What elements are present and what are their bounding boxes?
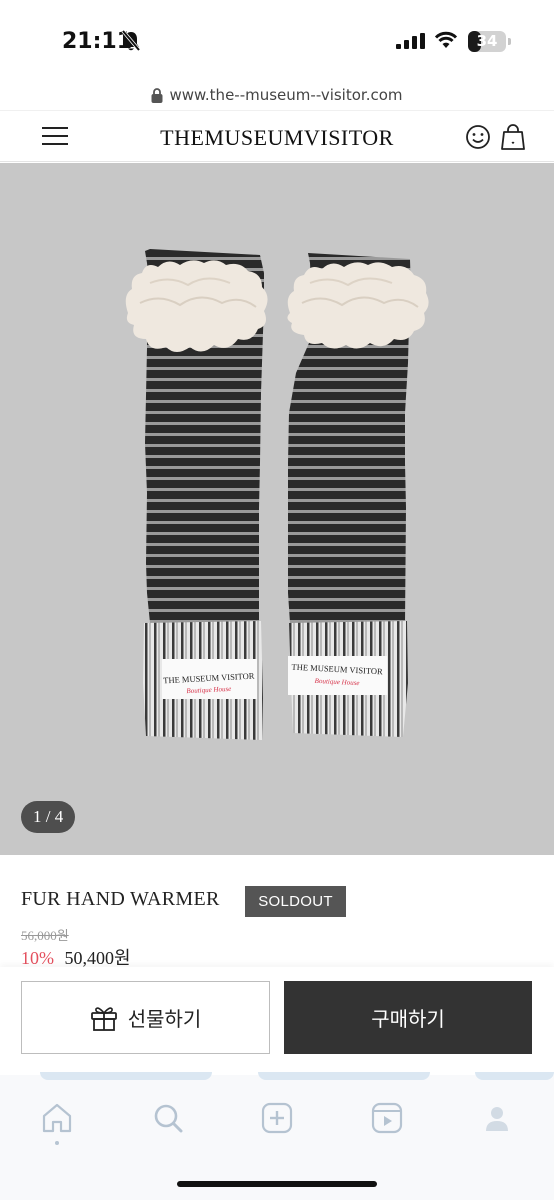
- product-image: THE MUSEUM VISITOR Boutique House THE MU…: [125, 249, 429, 740]
- site-header: THEMUSEUMVISITOR: [0, 110, 554, 162]
- smile-icon[interactable]: [465, 124, 491, 150]
- profile-icon[interactable]: [480, 1101, 514, 1135]
- signal-icon: [396, 33, 425, 49]
- home-icon[interactable]: [40, 1101, 74, 1135]
- shopping-bag-icon[interactable]: [500, 123, 526, 151]
- product-title: FUR HAND WARMER: [21, 888, 220, 910]
- discount-rate: 10%: [21, 948, 54, 968]
- url-text: www.the--museum--visitor.com: [169, 86, 403, 104]
- action-bar: 선물하기 구매하기: [0, 967, 554, 1075]
- url-bar[interactable]: www.the--museum--visitor.com: [0, 80, 554, 110]
- battery-icon: 34: [468, 31, 506, 52]
- gift-button-label: 선물하기: [127, 1007, 202, 1031]
- buy-button[interactable]: 구매하기: [284, 981, 532, 1054]
- lock-icon: [151, 87, 163, 103]
- faded-pill: [40, 1072, 212, 1080]
- product-gallery[interactable]: THE MUSEUM VISITOR Boutique House THE MU…: [0, 163, 554, 855]
- battery-tip: [508, 38, 511, 45]
- home-indicator: [177, 1181, 377, 1187]
- video-icon[interactable]: [370, 1101, 404, 1135]
- left-warmer: [125, 249, 268, 740]
- gift-button[interactable]: 선물하기: [21, 981, 270, 1054]
- slide-counter: 1 / 4: [21, 801, 76, 833]
- battery-level: 34: [476, 32, 498, 50]
- active-tab-dot: [55, 1141, 59, 1145]
- sale-price: 50,400원: [64, 948, 131, 968]
- status-badge: SOLDOUT: [245, 886, 346, 917]
- wifi-icon: [434, 31, 458, 48]
- add-icon[interactable]: [260, 1101, 294, 1135]
- gift-icon: [90, 1006, 117, 1031]
- status-bar: 21:11 34: [0, 0, 554, 80]
- faded-pill: [475, 1072, 554, 1080]
- original-price: 56,000원: [21, 928, 69, 943]
- bell-slash-icon: [121, 30, 141, 52]
- search-icon[interactable]: [151, 1101, 185, 1135]
- faded-pill: [258, 1072, 430, 1080]
